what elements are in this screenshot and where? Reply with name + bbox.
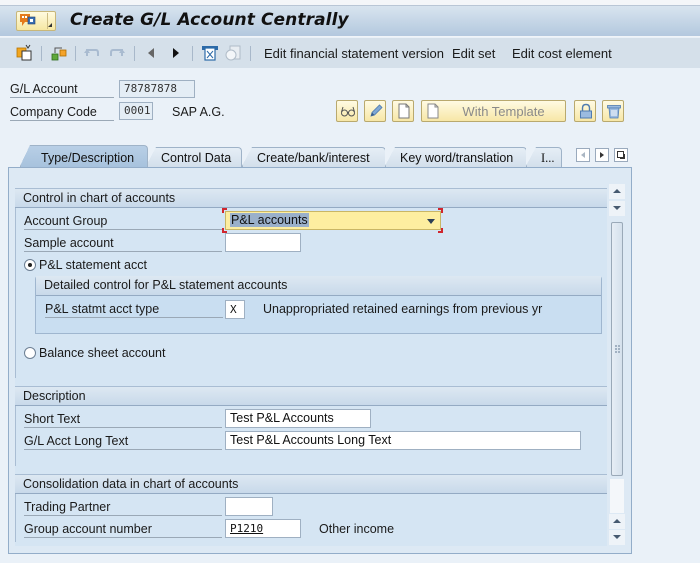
- tab-label: Key word/translation: [400, 151, 514, 165]
- balance-sheet-radio[interactable]: [24, 347, 36, 359]
- pl-statement-radio[interactable]: [24, 259, 36, 271]
- arrow-up-icon: [613, 189, 621, 193]
- short-text-label: Short Text: [24, 412, 222, 428]
- print-icon[interactable]: [201, 44, 219, 62]
- focus-marker: [438, 208, 443, 213]
- page-title: Create G/L Account Centrally: [70, 10, 349, 30]
- tab-label: I...: [541, 151, 555, 165]
- next-icon[interactable]: [167, 44, 185, 62]
- page-down-button[interactable]: [609, 530, 625, 545]
- short-text-input[interactable]: Test P&L Accounts: [225, 409, 371, 428]
- tab-strip: Type/Description Control Data Create/ban…: [0, 145, 700, 167]
- tab-create-bank-interest[interactable]: Create/bank/interest: [242, 147, 386, 167]
- company-code-label: Company Code: [10, 105, 114, 121]
- group-account-description: Other income: [319, 522, 395, 536]
- scroll-up-button[interactable]: [609, 184, 625, 199]
- page-up-button[interactable]: [609, 514, 625, 529]
- long-text-input[interactable]: Test P&L Accounts Long Text: [225, 431, 581, 450]
- switch-icon[interactable]: [50, 44, 68, 62]
- scroll-down-button[interactable]: [609, 201, 625, 216]
- display-button[interactable]: [336, 100, 358, 122]
- tab-scroll-right-button[interactable]: [595, 148, 609, 162]
- blank-page-icon: [398, 103, 410, 119]
- tab-list-button[interactable]: [614, 148, 628, 162]
- display-document-icon[interactable]: [224, 44, 242, 62]
- control-group-header: Control in chart of accounts: [15, 188, 607, 208]
- trading-partner-input[interactable]: [225, 497, 273, 516]
- arrow-down-icon: [613, 535, 621, 539]
- pl-detail-group-header: Detailed control for P&L statement accou…: [36, 276, 601, 296]
- long-text-label: G/L Acct Long Text: [24, 434, 222, 450]
- sap-menu-button[interactable]: [16, 11, 56, 31]
- focus-marker: [222, 208, 227, 213]
- gl-account-label: G/L Account: [10, 82, 114, 98]
- trash-icon: [607, 105, 621, 119]
- lock-button[interactable]: [574, 100, 596, 122]
- edit-financial-statement-version-button[interactable]: Edit financial statement version: [264, 46, 444, 61]
- group-account-label: Group account number: [24, 522, 222, 538]
- other-object-icon[interactable]: [16, 44, 34, 62]
- toolbar-separator: [134, 46, 135, 61]
- delete-button[interactable]: [602, 100, 624, 122]
- grip-icon: [615, 345, 620, 353]
- trading-partner-label: Trading Partner: [24, 500, 222, 516]
- undo-icon[interactable]: [83, 44, 101, 62]
- chevron-down-icon: [427, 219, 435, 224]
- tab-control-data[interactable]: Control Data: [146, 147, 242, 167]
- company-code-field[interactable]: 0001: [119, 102, 153, 120]
- tab-label: Control Data: [161, 151, 232, 165]
- sample-account-label: Sample account: [24, 236, 222, 252]
- tab-scroll-left-button[interactable]: [576, 148, 590, 162]
- edit-set-button[interactable]: Edit set: [452, 46, 495, 61]
- pl-statement-radio-label: P&L statement acct: [39, 258, 147, 272]
- arrow-up-icon: [613, 519, 621, 523]
- glasses-icon: [341, 106, 355, 117]
- redo-icon[interactable]: [108, 44, 126, 62]
- toolbar-separator: [41, 46, 42, 61]
- title-bar: Create G/L Account Centrally: [0, 6, 700, 37]
- account-group-label: Account Group: [24, 214, 222, 230]
- tab-list-icon: [617, 151, 625, 159]
- group-account-input[interactable]: P1210: [225, 519, 301, 538]
- scroll-track[interactable]: [610, 479, 624, 513]
- balance-sheet-radio-label: Balance sheet account: [39, 346, 166, 360]
- lock-icon: [580, 103, 592, 119]
- tab-type-description[interactable]: Type/Description: [20, 145, 148, 167]
- pl-type-label: P&L statmt acct type: [45, 302, 223, 318]
- account-group-dropdown[interactable]: P&L accounts: [225, 211, 441, 230]
- previous-icon[interactable]: [143, 44, 161, 62]
- sap-menu-icon: [20, 14, 36, 26]
- account-group-value: P&L accounts: [230, 213, 309, 227]
- change-button[interactable]: [364, 100, 386, 122]
- create-button[interactable]: [392, 100, 414, 122]
- tab-key-word-translation[interactable]: Key word/translation: [385, 147, 527, 167]
- tab-label: Type/Description: [41, 151, 135, 165]
- tab-label: Create/bank/interest: [257, 151, 370, 165]
- chevron-left-icon: [581, 152, 585, 158]
- gl-account-field[interactable]: 78787878: [119, 80, 195, 98]
- pl-type-input[interactable]: X: [225, 300, 245, 319]
- with-template-button[interactable]: With Template: [421, 100, 566, 122]
- toolbar-separator: [75, 46, 76, 61]
- arrow-down-icon: [613, 206, 621, 210]
- toolbar-separator: [192, 46, 193, 61]
- chevron-right-icon: [600, 152, 604, 158]
- pencil-icon: [370, 104, 383, 117]
- menu-caret-icon: [48, 23, 52, 27]
- description-group-header: Description: [15, 386, 607, 406]
- focus-marker: [438, 228, 443, 233]
- vertical-scrollbar[interactable]: [609, 184, 625, 545]
- scroll-thumb[interactable]: [611, 222, 623, 476]
- edit-cost-element-button[interactable]: Edit cost element: [512, 46, 612, 61]
- toolbar-separator: [250, 46, 251, 61]
- with-template-label: With Template: [462, 104, 545, 119]
- company-name: SAP A.G.: [172, 105, 225, 119]
- pl-type-description: Unappropriated retained earnings from pr…: [263, 302, 543, 316]
- tab-information[interactable]: I...: [526, 147, 562, 167]
- application-toolbar: Edit financial statement version Edit se…: [0, 38, 700, 68]
- sample-account-input[interactable]: [225, 233, 301, 252]
- consolidation-group-header: Consolidation data in chart of accounts: [15, 474, 607, 494]
